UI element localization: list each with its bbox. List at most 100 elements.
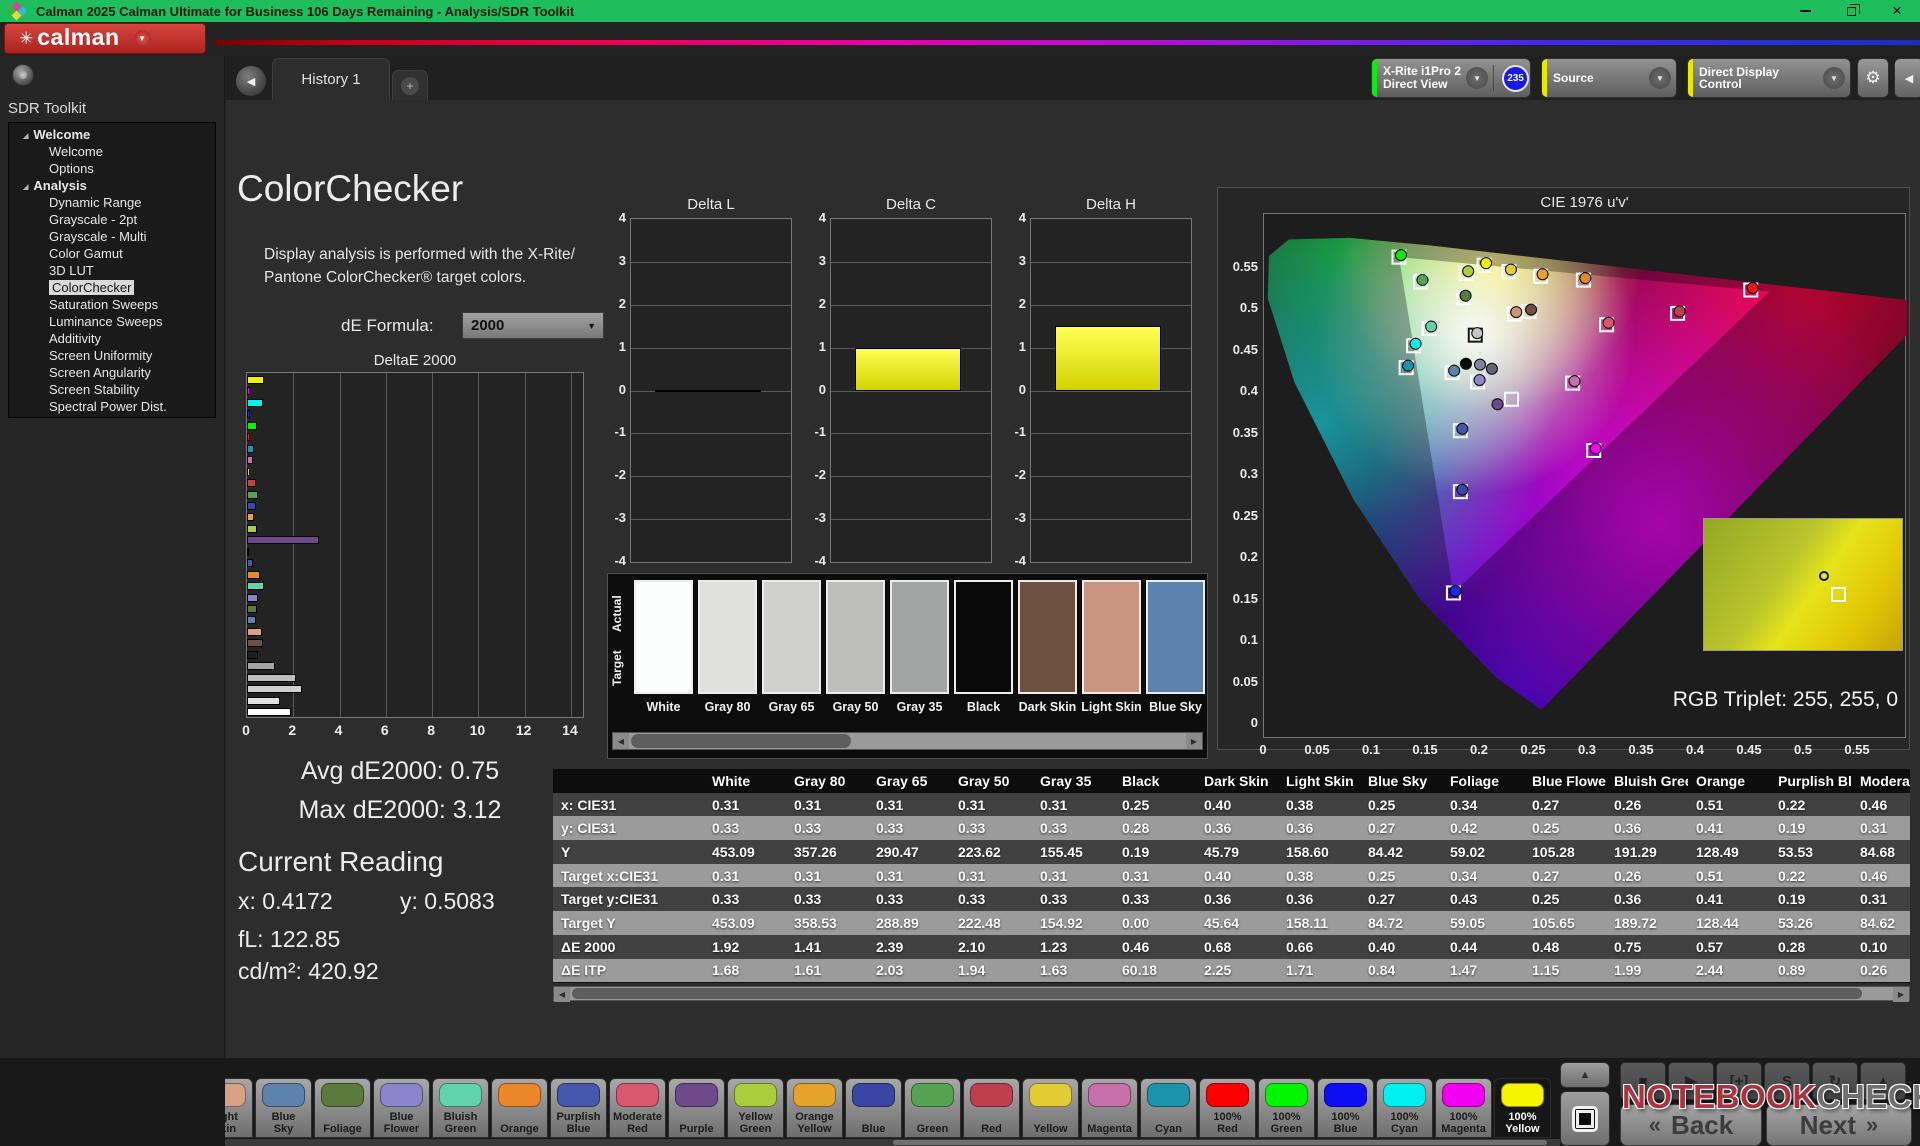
stop-measure-button[interactable] xyxy=(1560,1091,1610,1146)
stop-icon[interactable]: ■ xyxy=(1620,1062,1666,1100)
sidebar-item-welcome[interactable]: Welcome xyxy=(9,143,215,160)
table-scroll-right-icon[interactable]: ▶ xyxy=(1893,987,1909,1002)
patch-button-magenta[interactable]: Magenta xyxy=(1081,1078,1138,1138)
patch-strip-thumb[interactable] xyxy=(892,1140,1547,1145)
patch-button-100-red[interactable]: 100% Red xyxy=(1199,1078,1256,1138)
series-icon[interactable]: S xyxy=(1764,1062,1810,1100)
restore-button[interactable] xyxy=(1828,0,1874,22)
scroll-right-icon[interactable]: ▶ xyxy=(1186,733,1202,749)
record-dot-button[interactable] xyxy=(12,64,34,86)
collapse-panel-chevron-button[interactable]: ◀ xyxy=(1894,58,1920,98)
next-button[interactable]: Next » xyxy=(1766,1104,1912,1146)
logo-menu-chevron-icon[interactable]: ▼ xyxy=(133,30,151,47)
collapse-sidebar-button[interactable]: ◀ xyxy=(236,66,266,96)
deltae-bar-black xyxy=(247,650,258,659)
patch-button-purple[interactable]: Purple xyxy=(668,1078,725,1138)
swatch-scrollbar[interactable]: ◀ ▶ xyxy=(612,732,1203,750)
minimize-button[interactable] xyxy=(1782,0,1828,22)
sidebar-item-grayscale-multi[interactable]: Grayscale - Multi xyxy=(9,228,215,245)
add-tab-button[interactable]: + xyxy=(392,70,428,100)
patch-button-100-magenta[interactable]: 100% Magenta xyxy=(1435,1078,1492,1138)
patch-button-yellow-green[interactable]: Yellow Green xyxy=(727,1078,784,1138)
sidebar-item-luminance-sweeps[interactable]: Luminance Sweeps xyxy=(9,313,215,330)
sidebar-item-additivity[interactable]: Additivity xyxy=(9,330,215,347)
table-scroll-left-icon[interactable]: ◀ xyxy=(554,987,570,1002)
add-icon[interactable]: [+] xyxy=(1716,1062,1762,1100)
patch-button-red[interactable]: Red xyxy=(963,1078,1020,1138)
back-button[interactable]: « Back xyxy=(1620,1104,1762,1146)
expander-icon[interactable]: ◢ xyxy=(23,132,28,140)
delta-l-title: Delta L xyxy=(687,196,735,213)
tab-history-1[interactable]: History 1 xyxy=(272,58,390,100)
patch-button-blue-flower[interactable]: Blue Flower xyxy=(373,1078,430,1138)
sidebar-item-analysis[interactable]: ◢ Analysis xyxy=(9,177,215,194)
cie-measured-light-skin xyxy=(1510,306,1523,319)
deltae-bar-white xyxy=(247,708,292,717)
deltae-bar-orange-yellow xyxy=(247,513,254,522)
current-cdm2: cd/m²: 420.92 xyxy=(238,958,379,984)
patch-button-blue-sky[interactable]: Blue Sky xyxy=(255,1078,312,1138)
patch-button-cyan[interactable]: Cyan xyxy=(1140,1078,1197,1138)
close-button[interactable]: × xyxy=(1874,0,1920,22)
scroll-left-icon[interactable]: ◀ xyxy=(613,733,629,749)
eject-icon[interactable]: ▲ xyxy=(1860,1062,1906,1100)
sidebar-item-3d-lut[interactable]: 3D LUT xyxy=(9,262,215,279)
patch-button-orange-yellow[interactable]: Orange Yellow xyxy=(786,1078,843,1138)
patch-button-yellow[interactable]: Yellow xyxy=(1022,1078,1079,1138)
expander-icon[interactable]: ◢ xyxy=(23,183,28,191)
inset-measured-dot xyxy=(1818,571,1829,582)
calman-logo[interactable]: ✳ calman ▼ xyxy=(4,23,206,54)
scrollbar-thumb[interactable] xyxy=(631,734,851,748)
sidebar-item-welcome[interactable]: ◢ Welcome xyxy=(9,126,215,143)
sidebar-item-screen-stability[interactable]: Screen Stability xyxy=(9,381,215,398)
meter-count-badge[interactable]: 235 xyxy=(1502,64,1530,92)
sidebar-item-screen-angularity[interactable]: Screen Angularity xyxy=(9,364,215,381)
refresh-icon[interactable]: ↻ xyxy=(1812,1062,1858,1100)
sidebar-item-options[interactable]: Options xyxy=(9,160,215,177)
sidebar: SDR Toolkit ◢ Welcome Welcome Options ◢ Analy… xyxy=(0,56,225,1146)
patch-button-foliage[interactable]: Foliage xyxy=(314,1078,371,1138)
patch-button-green[interactable]: Green xyxy=(904,1078,961,1138)
patch-button-100-cyan[interactable]: 100% Cyan xyxy=(1376,1078,1433,1138)
patch-color-chip xyxy=(498,1083,541,1107)
source-dropdown-chevron-icon[interactable]: ▼ xyxy=(1649,67,1671,89)
sidebar-item-dynamic-range[interactable]: Dynamic Range xyxy=(9,194,215,211)
patch-button-100-blue[interactable]: 100% Blue xyxy=(1317,1078,1374,1138)
patch-strip-scrollbar[interactable] xyxy=(225,1139,1560,1146)
patch-button-100-green[interactable]: 100% Green xyxy=(1258,1078,1315,1138)
sidebar-item-grayscale-2pt[interactable]: Grayscale - 2pt xyxy=(9,211,215,228)
display-control-dropdown-chevron-icon[interactable]: ▼ xyxy=(1823,67,1845,89)
sidebar-item-spectral-power-dist[interactable]: Spectral Power Dist. xyxy=(9,398,215,415)
settings-gear-button[interactable]: ⚙ xyxy=(1857,58,1889,98)
meter-dropdown-chevron-icon[interactable]: ▼ xyxy=(1466,67,1489,89)
de-formula-select[interactable]: 2000 ▼ xyxy=(462,312,604,339)
table-scrollbar[interactable]: ◀ ▶ xyxy=(553,986,1910,1002)
patch-button-moderate-red[interactable]: Moderate Red xyxy=(609,1078,666,1138)
patch-button-blue[interactable]: Blue xyxy=(845,1078,902,1138)
de-formula-label: dE Formula: xyxy=(341,316,434,335)
current-x: x: 0.4172 xyxy=(238,888,333,914)
strip-expand-button[interactable]: ▲ xyxy=(1560,1062,1610,1088)
patch-color-chip xyxy=(225,1083,246,1107)
patch-color-chip xyxy=(852,1083,895,1107)
deltae-chart xyxy=(246,372,584,718)
sidebar-item-color-gamut[interactable]: Color Gamut xyxy=(9,245,215,262)
source-panel[interactable]: Source ▼ xyxy=(1541,58,1677,98)
patch-button-orange[interactable]: Orange xyxy=(491,1078,548,1138)
sidebar-item-saturation-sweeps[interactable]: Saturation Sweeps xyxy=(9,296,215,313)
patch-button-100-yellow[interactable]: 100% Yellow xyxy=(1494,1078,1551,1138)
sidebar-item-screen-uniformity[interactable]: Screen Uniformity xyxy=(9,347,215,364)
patch-color-chip xyxy=(1147,1083,1190,1107)
table-scrollbar-thumb[interactable] xyxy=(572,988,1862,999)
patch-button-purplish-blue[interactable]: Purplish Blue xyxy=(550,1078,607,1138)
meter-panel[interactable]: X-Rite i1Pro 2 Direct View ▼ 235 xyxy=(1371,58,1531,98)
patch-button-light-skin[interactable]: Light Skin xyxy=(225,1078,253,1138)
play-icon[interactable]: ▶ xyxy=(1668,1062,1714,1100)
deltae-bar-magenta xyxy=(247,456,254,465)
sidebar-tree: ◢ Welcome Welcome Options ◢ Analysis Dynamic R… xyxy=(8,122,216,418)
display-control-panel[interactable]: Direct Display Control ▼ xyxy=(1687,58,1851,98)
col-header-blue-sky: Blue Sky xyxy=(1368,772,1428,789)
sidebar-item-colorchecker[interactable]: ColorChecker xyxy=(9,279,215,296)
patch-color-chip xyxy=(1442,1083,1485,1107)
patch-button-bluish-green[interactable]: Bluish Green xyxy=(432,1078,489,1138)
